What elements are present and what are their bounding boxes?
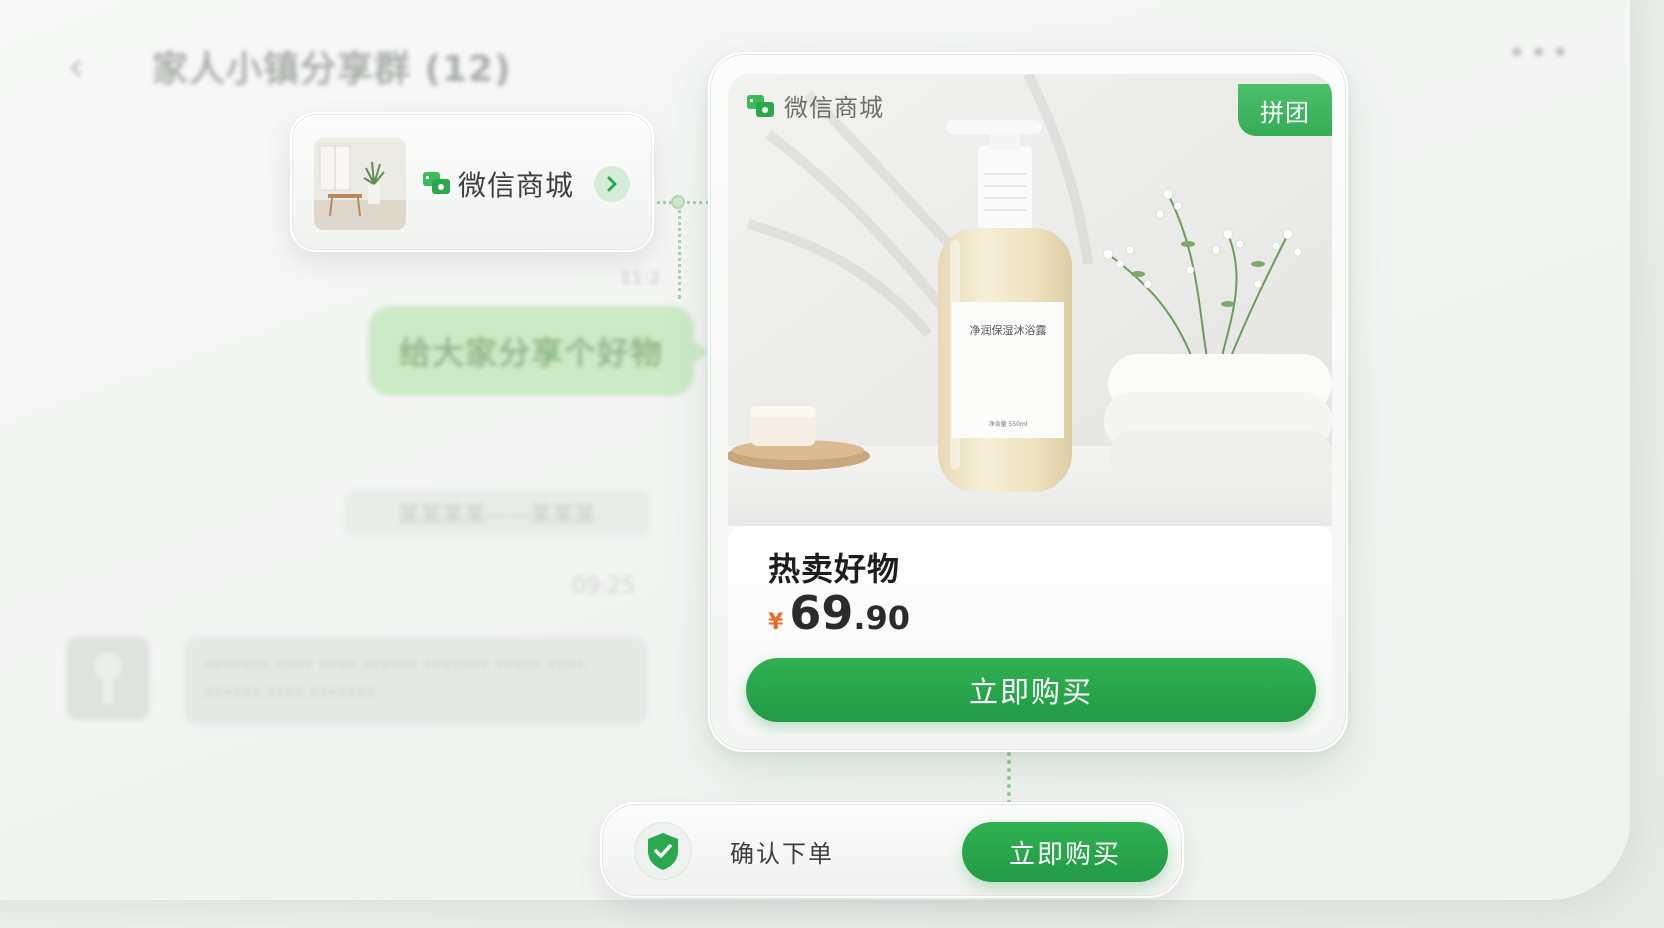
product-card-inner: 净润保湿沐浴露 净含量 550ml 微信商城 拼团 热卖好物 ¥ 69 .90 … bbox=[728, 74, 1332, 734]
system-notice: 某某某某——某某某 bbox=[344, 490, 650, 536]
incoming-message-text: xxxxxxx xxxx xxxx xxxxxx xxxxxxx xxxxx x… bbox=[204, 654, 585, 701]
wechat-shop-icon bbox=[423, 172, 450, 194]
price-currency: ¥ bbox=[768, 610, 784, 635]
outgoing-message-bubble: 给大家分享个好物 bbox=[368, 306, 708, 396]
shared-link-card[interactable]: 微信商城 bbox=[290, 112, 654, 252]
product-card[interactable]: 净润保湿沐浴露 净含量 550ml 微信商城 拼团 热卖好物 ¥ 69 .90 … bbox=[708, 52, 1348, 752]
buy-now-button[interactable]: 立即购买 bbox=[746, 658, 1316, 722]
wechat-shop-icon bbox=[747, 94, 774, 117]
price: ¥ 69 .90 bbox=[768, 586, 910, 640]
bottle-label: 净润保湿沐浴露 bbox=[970, 323, 1047, 337]
connector-line-bottom bbox=[1007, 752, 1011, 804]
connector-node bbox=[671, 195, 685, 209]
group-buy-badge: 拼团 bbox=[1238, 84, 1332, 136]
chevron-right-icon[interactable] bbox=[594, 166, 630, 202]
link-card-label: 微信商城 bbox=[458, 169, 575, 202]
badge-label: 拼团 bbox=[1260, 98, 1310, 127]
incoming-message-bubble: xxxxxxx xxxx xxxx xxxxxx xxxxxxx xxxxx x… bbox=[184, 636, 648, 726]
avatar[interactable] bbox=[66, 636, 150, 720]
link-thumbnail bbox=[314, 138, 406, 230]
product-title: 热卖好物 bbox=[768, 550, 901, 588]
chat-timestamp: 11:2 bbox=[620, 268, 661, 289]
shield-check-icon bbox=[634, 822, 692, 880]
chevron-left-icon[interactable]: ‹ bbox=[68, 44, 84, 90]
price-decimal: .90 bbox=[853, 599, 911, 637]
confirm-order-label: 确认下单 bbox=[730, 840, 834, 868]
connector-line-vertical bbox=[678, 203, 681, 299]
price-integer: 69 bbox=[789, 586, 854, 640]
bottle-volume: 净含量 550ml bbox=[989, 420, 1028, 428]
shop-label: 微信商城 bbox=[784, 94, 884, 122]
more-dots-icon[interactable]: ••• bbox=[1508, 36, 1573, 71]
product-image: 净润保湿沐浴露 净含量 550ml bbox=[728, 74, 1332, 526]
system-notice-text: 某某某某——某某某 bbox=[397, 503, 596, 528]
shop-brand: 微信商城 bbox=[746, 88, 884, 123]
confirm-order-bar: 确认下单 立即购买 bbox=[600, 802, 1184, 898]
chat-title: 家人小镇分享群 (12) bbox=[152, 49, 512, 90]
outgoing-message-text: 给大家分享个好物 bbox=[398, 334, 663, 372]
chat-timestamp-2: 09:25 bbox=[572, 574, 636, 599]
confirm-buy-button[interactable]: 立即购买 bbox=[962, 822, 1168, 882]
product-info-panel: 热卖好物 ¥ 69 .90 立即购买 bbox=[728, 526, 1332, 734]
